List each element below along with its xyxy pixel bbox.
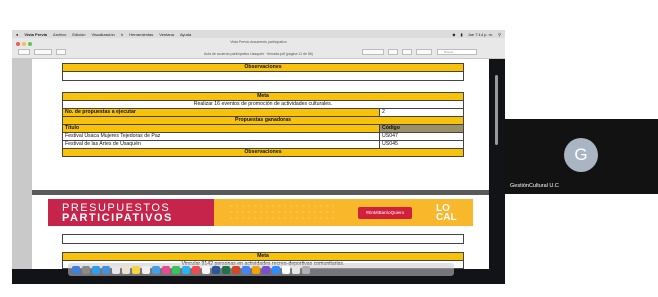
- spotlight-icon[interactable]: ⚲: [498, 32, 501, 37]
- row-title: Festival de las Artes de Usaquén: [62, 140, 380, 149]
- word-icon[interactable]: [202, 265, 210, 274]
- table-row: Festival Usaca Mujeres Tejedoras de Paz …: [62, 132, 464, 141]
- menu-archivo[interactable]: Archivo: [53, 32, 66, 37]
- slides-icon[interactable]: [252, 265, 260, 274]
- meta-header: Meta: [62, 252, 464, 261]
- calendar-icon[interactable]: [122, 265, 130, 274]
- finder-icon[interactable]: [72, 265, 80, 274]
- proposals-count: 2: [379, 108, 464, 117]
- col-code-header: Código: [379, 124, 464, 133]
- vertical-scrollbar[interactable]: [495, 75, 498, 145]
- menu-app-name[interactable]: Vista Previa: [24, 32, 47, 37]
- thumbnail-sidebar[interactable]: [12, 59, 32, 269]
- menu-ventana[interactable]: Ventana: [159, 32, 174, 37]
- search-input[interactable]: Buscar: [437, 49, 477, 55]
- excel-icon[interactable]: [222, 265, 230, 274]
- observaciones-header: Observaciones: [62, 148, 464, 157]
- meta-header: Meta: [62, 92, 464, 101]
- chrome-icon[interactable]: [242, 265, 250, 274]
- meta-table: Meta Realizar 16 eventos de promoción de…: [62, 92, 464, 157]
- share-button[interactable]: [56, 49, 66, 55]
- row-title: Festival Usaca Mujeres Tejedoras de Paz: [62, 132, 380, 141]
- participant-tile[interactable]: G GestiónCultural U.C: [505, 119, 658, 194]
- hashtag-badge: #EnMiBarrioQuiero: [358, 207, 412, 219]
- participant-avatar: G: [564, 138, 598, 172]
- presupuestos-banner: PRESUPUESTOS PARTICIPATIVOS #EnMiBarrioQ…: [48, 199, 473, 226]
- row-code: US045: [379, 140, 464, 149]
- reminders-icon[interactable]: [142, 265, 150, 274]
- shared-screen: ● Vista Previa Archivo Edición Visualiza…: [12, 30, 505, 284]
- banner-line-2: PARTICIPATIVOS: [62, 212, 173, 224]
- music-icon[interactable]: [192, 265, 200, 274]
- facetime-icon[interactable]: [182, 265, 190, 274]
- menu-ir[interactable]: Ir: [121, 32, 123, 37]
- local-logo-bottom: CAL: [436, 212, 457, 223]
- trash-icon[interactable]: [302, 265, 310, 274]
- mac-menubar: ● Vista Previa Archivo Edición Visualiza…: [12, 30, 505, 38]
- page-break: [32, 190, 489, 195]
- docs-icon[interactable]: [212, 265, 220, 274]
- banner-title-block: PRESUPUESTOS PARTICIPATIVOS: [48, 199, 214, 226]
- observaciones-header: Observaciones: [62, 63, 464, 72]
- empty-box: [62, 234, 464, 244]
- menu-ayuda[interactable]: Ayuda: [180, 32, 191, 37]
- teams-icon[interactable]: [262, 265, 270, 274]
- window-titlebar: Vista Previa documento participativo Act…: [12, 38, 505, 59]
- local-logo: LO CAL: [436, 204, 457, 223]
- rotate-button[interactable]: [388, 49, 398, 55]
- meta-text: Realizar 16 eventos de promoción de acti…: [62, 100, 464, 109]
- menu-visualizacion[interactable]: Visualización: [92, 32, 115, 37]
- notes-icon[interactable]: [132, 265, 140, 274]
- mac-dock: [68, 263, 454, 276]
- wifi-icon[interactable]: ◆: [452, 32, 455, 37]
- table-row: Festival de las Artes de Usaquén US045: [62, 140, 464, 149]
- menu-herramientas[interactable]: Herramientas: [129, 32, 153, 37]
- observaciones-body: [62, 71, 464, 81]
- sidebar-toggle-button[interactable]: [18, 49, 30, 55]
- col-title-header: Título: [62, 124, 380, 133]
- pdf-page[interactable]: Observaciones Meta Realizar 16 eventos d…: [32, 59, 489, 269]
- row-code: US047: [379, 132, 464, 141]
- zoom-icon[interactable]: [272, 265, 280, 274]
- messages-icon[interactable]: [172, 265, 180, 274]
- participant-name: GestiónCultural U.C: [510, 183, 559, 189]
- markup-button[interactable]: [362, 49, 384, 55]
- banner-dot-pattern: [228, 203, 338, 221]
- downloads-icon[interactable]: [292, 265, 300, 274]
- photos-icon[interactable]: [162, 265, 170, 274]
- empty-cell: [62, 234, 464, 244]
- apple-icon[interactable]: ●: [16, 32, 18, 37]
- contacts-icon[interactable]: [112, 265, 120, 274]
- proposals-label: No. de propuestas a ejecutar: [62, 108, 380, 117]
- winners-header: Propuestas ganadoras: [62, 116, 464, 125]
- annotate-button[interactable]: [416, 49, 432, 55]
- launchpad-icon[interactable]: [82, 265, 90, 274]
- window-title: Vista Previa documento participativo: [230, 40, 287, 44]
- preview-icon[interactable]: [282, 265, 290, 274]
- zoom-buttons[interactable]: [34, 49, 52, 55]
- menubar-clock[interactable]: Jue 7:14 p. m.: [468, 32, 493, 37]
- observaciones-table-top: Observaciones: [62, 63, 464, 81]
- mail-icon[interactable]: [102, 265, 110, 274]
- menu-edicion[interactable]: Edición: [72, 32, 85, 37]
- powerpoint-icon[interactable]: [232, 265, 240, 274]
- maps-icon[interactable]: [152, 265, 160, 274]
- safari-icon[interactable]: [92, 265, 100, 274]
- highlight-button[interactable]: [402, 49, 412, 55]
- battery-icon[interactable]: ▮: [461, 32, 463, 37]
